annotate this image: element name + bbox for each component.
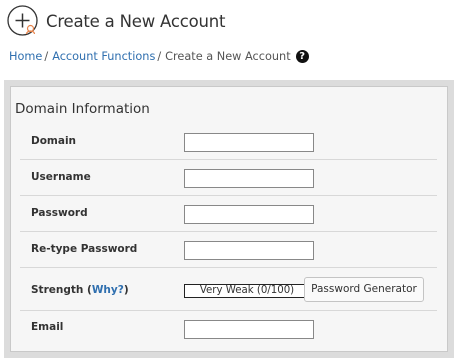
domain-row: Domain	[20, 123, 437, 160]
add-circle-icon	[7, 5, 38, 36]
why-link[interactable]: Why?	[92, 284, 124, 296]
username-row: Username	[20, 160, 437, 196]
domain-label: Domain	[31, 135, 77, 147]
section-title: Domain Information	[15, 101, 150, 117]
password-field[interactable]	[184, 205, 314, 224]
password-strength-meter: Very Weak (0/100)	[184, 284, 310, 298]
password-row: Password	[20, 196, 437, 232]
strength-close-paren: )	[123, 284, 129, 296]
help-icon[interactable]: ?	[295, 50, 309, 63]
breadcrumb-current: Create a New Account	[165, 50, 291, 63]
email-label: Email	[31, 321, 64, 333]
breadcrumb: Home / Account Functions / Create a New …	[9, 50, 309, 63]
breadcrumb-separator: /	[44, 50, 49, 63]
email-row: Email	[20, 311, 437, 347]
retype-password-row: Re-type Password	[20, 232, 437, 268]
page-title: Create a New Account	[46, 11, 226, 31]
breadcrumb-account-functions-link[interactable]: Account Functions	[52, 50, 155, 63]
breadcrumb-home-link[interactable]: Home	[9, 50, 42, 63]
password-label: Password	[31, 207, 88, 219]
domain-field[interactable]	[184, 133, 314, 152]
strength-label: Strength (Why?)	[31, 284, 129, 296]
strength-row: Strength (Why?) Very Weak (0/100) Passwo…	[20, 268, 437, 311]
retype-password-label: Re-type Password	[31, 243, 138, 255]
breadcrumb-separator: /	[157, 50, 162, 63]
username-label: Username	[31, 171, 91, 183]
email-field[interactable]	[184, 320, 314, 339]
page-header: Create a New Account	[7, 5, 225, 37]
password-generator-button[interactable]: Password Generator	[304, 277, 424, 302]
retype-password-field[interactable]	[184, 241, 314, 260]
strength-label-text: Strength	[31, 284, 84, 296]
username-field[interactable]	[184, 169, 314, 188]
